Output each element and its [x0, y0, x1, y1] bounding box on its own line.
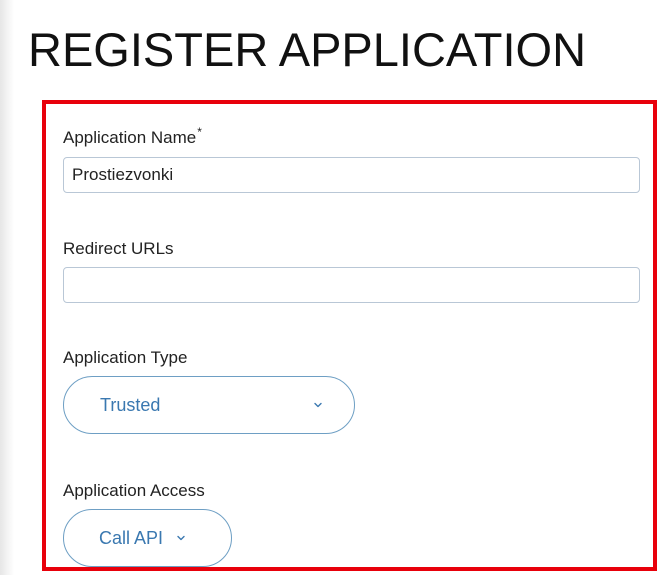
app-name-label-text: Application Name [63, 128, 197, 147]
required-marker: * [197, 125, 202, 139]
page-title: REGISTER APPLICATION [28, 23, 587, 76]
app-name-label: Application Name* [63, 125, 202, 148]
redirect-urls-input[interactable] [63, 267, 640, 303]
redirect-urls-label: Redirect URLs [63, 239, 174, 258]
chevron-down-icon [314, 402, 322, 408]
app-access-label: Application Access [63, 481, 205, 500]
app-access-dropdown[interactable]: Call API [63, 509, 232, 567]
app-type-label: Application Type [63, 348, 188, 367]
chevron-down-icon [177, 535, 185, 541]
app-access-selected: Call API [99, 527, 164, 548]
app-name-input[interactable] [63, 157, 640, 193]
app-type-dropdown[interactable]: Trusted [63, 376, 355, 434]
register-application-page: REGISTER APPLICATION Application Name* R… [0, 0, 671, 575]
app-type-selected: Trusted [100, 394, 161, 415]
